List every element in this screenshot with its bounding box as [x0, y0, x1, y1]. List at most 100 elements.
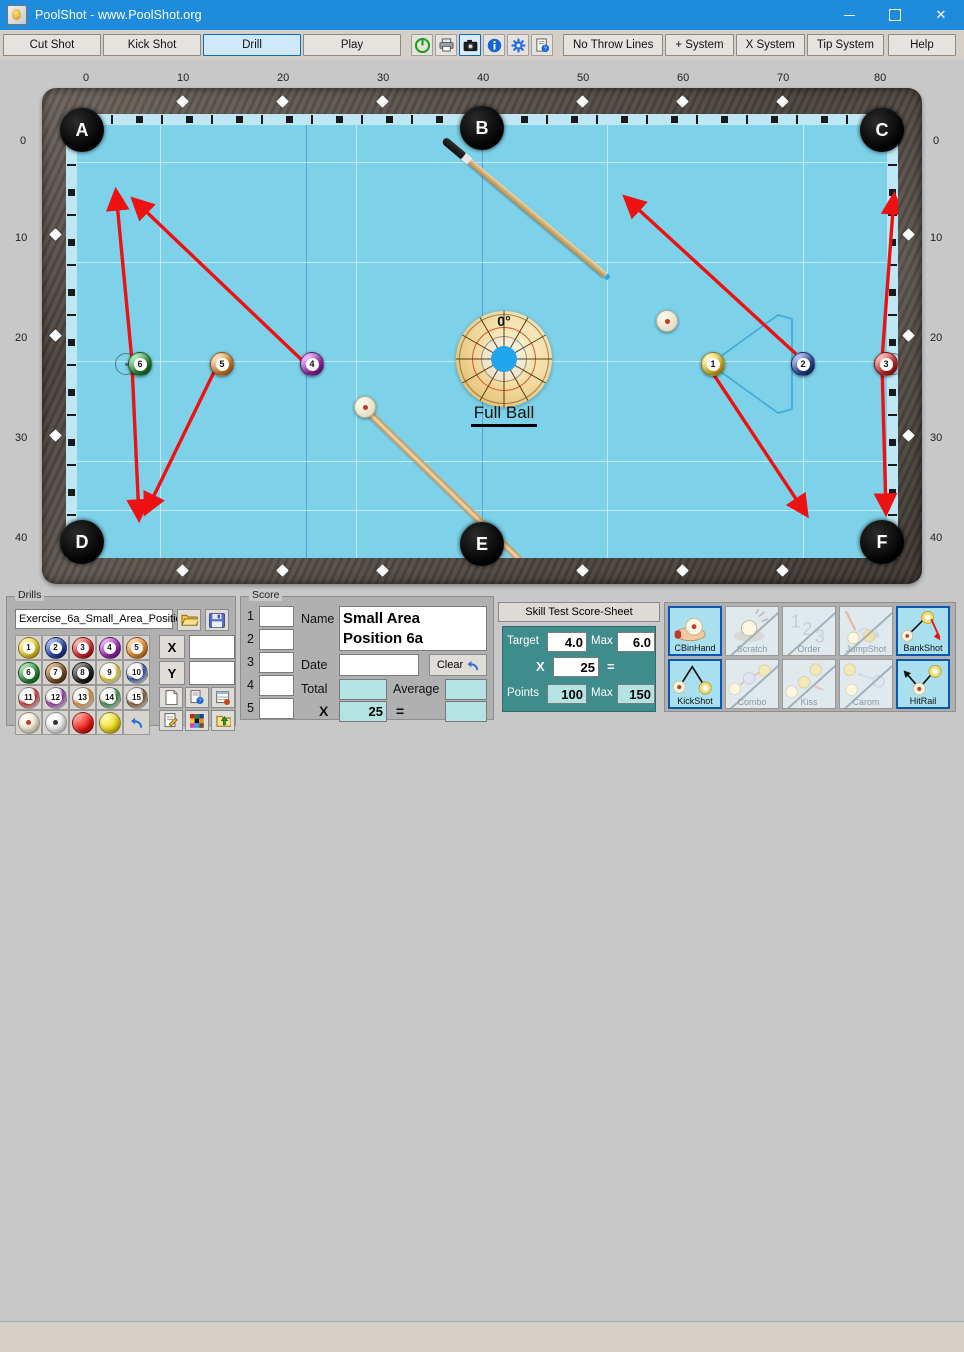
rule-cbinhand-button[interactable]: CBinHand — [668, 606, 722, 656]
table-ball-1[interactable]: 1 — [701, 352, 725, 376]
gear-icon[interactable] — [507, 34, 529, 56]
aim-circle[interactable]: 0° — [456, 311, 552, 407]
table-ball-3[interactable]: 3 — [874, 352, 898, 376]
save-disk-icon[interactable] — [205, 609, 229, 631]
x-system-button[interactable]: X System — [735, 34, 805, 56]
rule-hitrail-button[interactable]: HitRail — [896, 659, 950, 709]
edit-note-icon[interactable] — [159, 710, 183, 731]
pocket-a[interactable]: A — [60, 108, 104, 152]
info-icon[interactable] — [483, 34, 505, 56]
minimize-button[interactable] — [826, 0, 872, 30]
close-button[interactable]: ✕ — [918, 0, 964, 30]
tip-system-button[interactable]: Tip System — [806, 34, 884, 56]
drill-ball-14[interactable]: 14 — [96, 685, 123, 710]
x-coordinate-input[interactable] — [189, 635, 235, 659]
drill-yellow-ball[interactable] — [96, 710, 123, 735]
score-row-input-1[interactable] — [259, 606, 294, 627]
new-document-icon[interactable] — [159, 687, 183, 708]
document-help-icon[interactable]: ? — [531, 34, 553, 56]
power-icon[interactable] — [411, 34, 433, 56]
open-folder-icon[interactable] — [177, 609, 201, 631]
drill-name-input[interactable]: Small Area Position 6a — [339, 606, 487, 651]
aim-degrees: 0° — [497, 313, 511, 329]
pocket-c[interactable]: C — [860, 108, 904, 152]
score-row-input-2[interactable] — [259, 629, 294, 650]
plus-system-button[interactable]: + System — [665, 34, 734, 56]
score-row-input-3[interactable] — [259, 652, 294, 673]
tab-drill[interactable]: Drill — [203, 34, 301, 56]
rule-kickshot-button[interactable]: KickShot — [668, 659, 722, 709]
aim-indicator[interactable]: 0° Full Ball — [456, 311, 552, 427]
table-ball-2[interactable]: 2 — [791, 352, 815, 376]
rail-diamond — [276, 564, 289, 577]
score-row-input-4[interactable] — [259, 675, 294, 696]
cue-ball-top-right[interactable] — [656, 310, 678, 332]
rule-order-button[interactable]: 123 Order — [782, 606, 836, 656]
ruler-left-20: 20 — [15, 332, 28, 344]
rail-diamond — [176, 564, 189, 577]
y-coordinate-input[interactable] — [189, 661, 235, 685]
drill-ball-5[interactable]: 5 — [123, 635, 150, 660]
clear-button[interactable]: Clear — [429, 654, 487, 676]
rule-jumpshot-button[interactable]: JumpShot — [839, 606, 893, 656]
drill-cue-ball-black-dot[interactable] — [42, 710, 69, 735]
drill-ball-10[interactable]: 10 — [123, 660, 150, 685]
tab-cut-shot[interactable]: Cut Shot — [3, 34, 101, 56]
pocket-b[interactable]: B — [460, 106, 504, 150]
table-ball-6[interactable]: 6 — [128, 352, 152, 376]
clear-button-label: Clear — [436, 659, 464, 671]
table-playing-surface[interactable]: 0° Full Ball 6 5 4 1 2 3 — [66, 114, 898, 558]
total-value — [339, 679, 387, 700]
tab-play[interactable]: Play — [303, 34, 401, 56]
printer-icon[interactable] — [435, 34, 457, 56]
points-max-value: 150 — [617, 684, 655, 704]
tab-kick-shot[interactable]: Kick Shot — [103, 34, 201, 56]
drill-filename-input[interactable]: Exercise_6a_Small_Area_Positio — [15, 609, 182, 629]
status-bar — [0, 1321, 964, 1352]
drill-ball-11[interactable]: 11 — [15, 685, 42, 710]
score-row-input-5[interactable] — [259, 698, 294, 719]
target-input[interactable]: 4.0 — [547, 632, 587, 652]
maximize-button[interactable] — [872, 0, 918, 30]
rule-kiss-button[interactable]: Kiss — [782, 659, 836, 709]
drill-ball-4[interactable]: 4 — [96, 635, 123, 660]
table-list-icon[interactable] — [211, 687, 235, 708]
drill-ball-1[interactable]: 1 — [15, 635, 42, 660]
cue-ball-bottom-left[interactable] — [354, 396, 376, 418]
rail-diamond — [376, 95, 389, 108]
pocket-d[interactable]: D — [60, 520, 104, 564]
rule-combo-button[interactable]: Combo — [725, 659, 779, 709]
document-help-icon[interactable]: ? — [185, 687, 209, 708]
rule-scratch-button[interactable]: Scratch — [725, 606, 779, 656]
pocket-f[interactable]: F — [860, 520, 904, 564]
pocket-e[interactable]: E — [460, 522, 504, 566]
table-ball-4[interactable]: 4 — [300, 352, 324, 376]
drill-ball-2[interactable]: 2 — [42, 635, 69, 660]
table-ball-5[interactable]: 5 — [210, 352, 234, 376]
skill-multiplier-input[interactable]: 25 — [553, 657, 599, 677]
no-throw-lines-button[interactable]: No Throw Lines — [563, 34, 664, 56]
drill-ball-13[interactable]: 13 — [69, 685, 96, 710]
aim-center-dot — [491, 346, 517, 372]
target-max-input[interactable]: 6.0 — [617, 632, 655, 652]
rule-carom-button[interactable]: Carom — [839, 659, 893, 709]
ball-number: 4 — [305, 357, 319, 371]
drill-ball-9[interactable]: 9 — [96, 660, 123, 685]
date-input[interactable] — [339, 654, 419, 676]
drill-ball-12[interactable]: 12 — [42, 685, 69, 710]
undo-icon[interactable] — [123, 710, 150, 735]
drill-ball-6[interactable]: 6 — [15, 660, 42, 685]
drill-ball-7[interactable]: 7 — [42, 660, 69, 685]
color-palette-icon[interactable] — [185, 710, 209, 731]
rule-bankshot-button[interactable]: BankShot — [896, 606, 950, 656]
camera-icon[interactable] — [459, 34, 481, 56]
drill-ball-8[interactable]: 8 — [69, 660, 96, 685]
help-button[interactable]: Help — [887, 34, 956, 56]
drill-ball-15[interactable]: 15 — [123, 685, 150, 710]
export-folder-icon[interactable] — [211, 710, 235, 731]
drill-ball-3[interactable]: 3 — [69, 635, 96, 660]
score-multiplier-input[interactable]: 25 — [339, 701, 387, 722]
drill-red-ball[interactable] — [69, 710, 96, 735]
drill-cue-ball-red-dot[interactable] — [15, 710, 42, 735]
pool-table[interactable]: 0° Full Ball 6 5 4 1 2 3 A B C D E F — [42, 88, 922, 584]
